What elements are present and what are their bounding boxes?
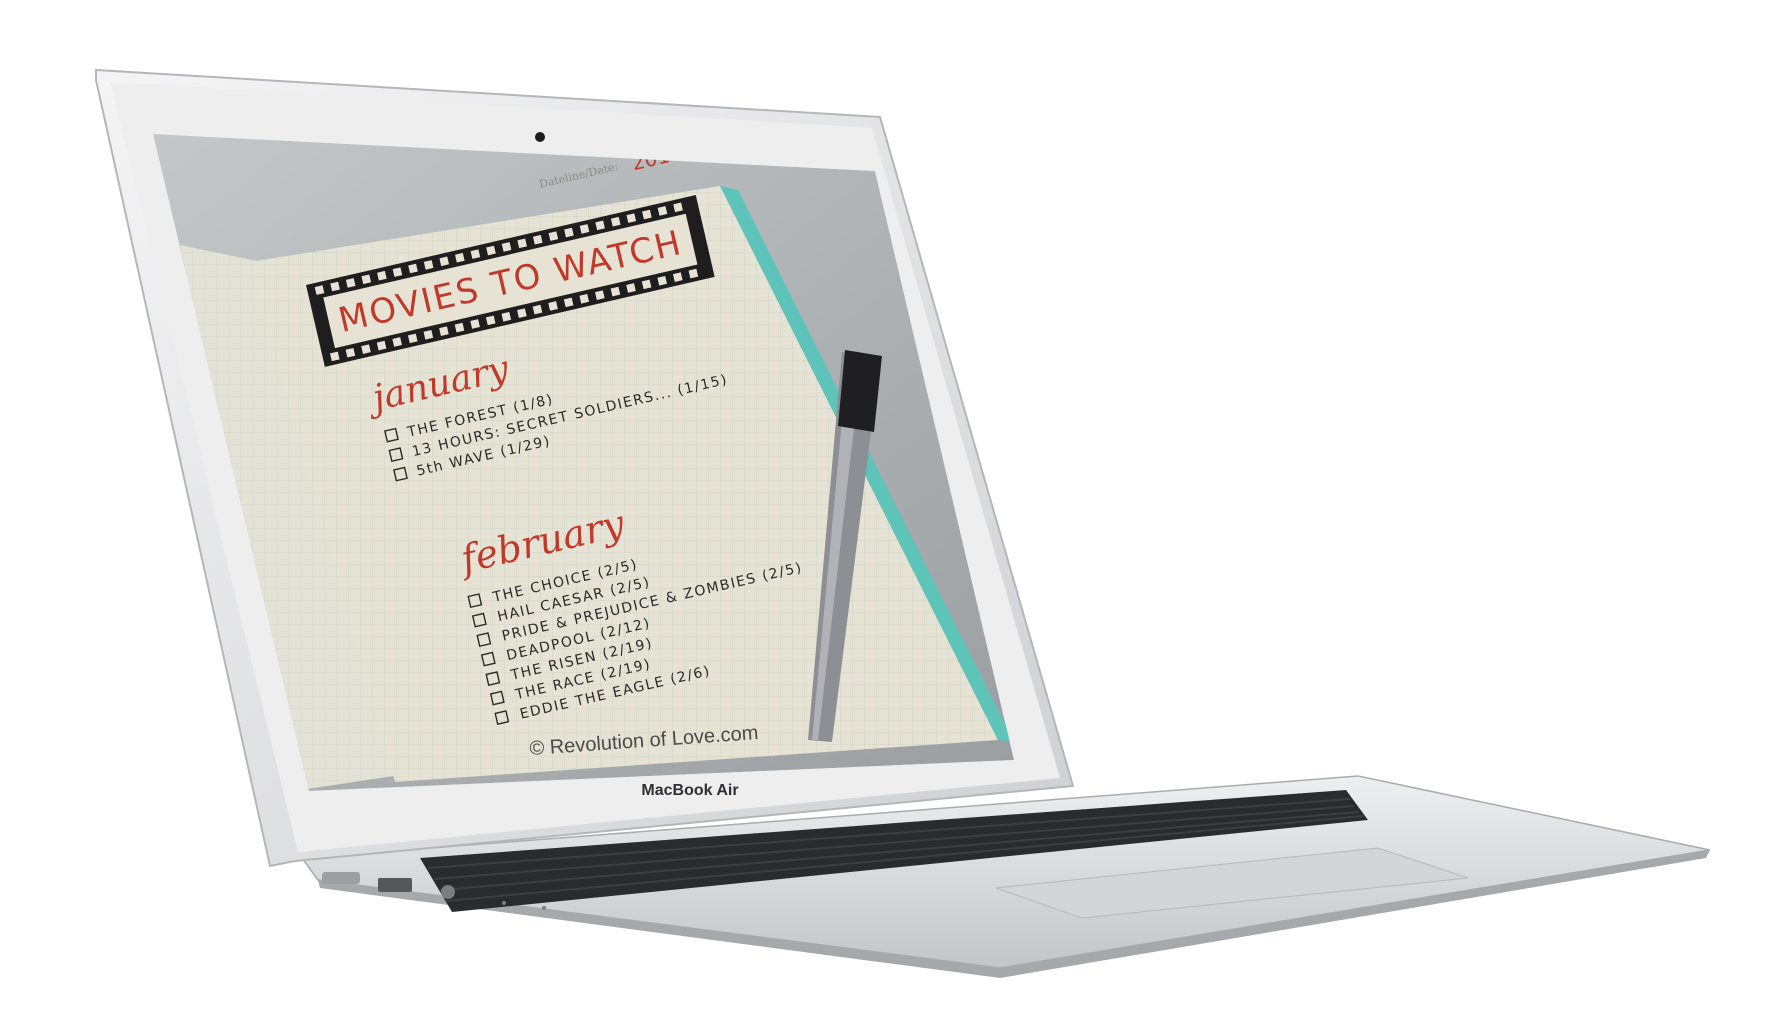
scene: Dateline/Date: 2016 MOVIES TO WATCH janu…: [0, 0, 1766, 1026]
camera-icon: [535, 132, 545, 142]
laptop-illustration: Dateline/Date: 2016 MOVIES TO WATCH janu…: [95, 68, 1711, 978]
usb-port: [378, 878, 412, 892]
magsafe-port: [322, 872, 360, 884]
brand-label: MacBook Air: [641, 782, 738, 799]
headphone-jack: [441, 885, 455, 899]
